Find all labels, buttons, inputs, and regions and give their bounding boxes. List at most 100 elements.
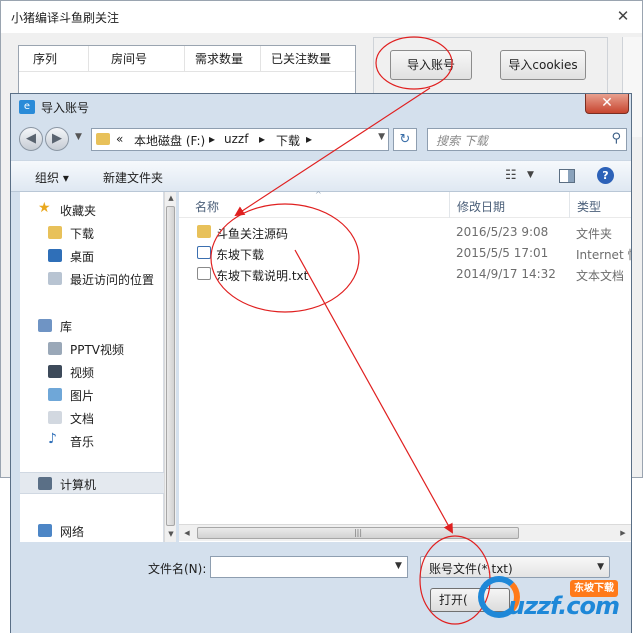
column-divider[interactable] bbox=[449, 192, 450, 218]
file-date: 2014/9/17 14:32 bbox=[456, 267, 556, 281]
file-row[interactable]: 东坡下载说明.txt 2014/9/17 14:32 文本文档 bbox=[179, 264, 631, 285]
dialog-title: 导入账号 bbox=[41, 101, 90, 115]
nav-item-label: PPTV视频 bbox=[70, 343, 125, 357]
nav-item-documents[interactable]: 文档 bbox=[20, 408, 164, 428]
column-header-name[interactable]: 名称 bbox=[195, 198, 219, 215]
nav-item-music[interactable]: ♪ 音乐 bbox=[20, 431, 164, 451]
breadcrumb-separator-icon[interactable]: ▸ bbox=[306, 132, 312, 146]
breadcrumb-local-disk[interactable]: 本地磁盘 (F:) bbox=[134, 132, 205, 149]
scroll-down-icon[interactable]: ▼ bbox=[165, 528, 177, 540]
nav-item-desktop[interactable]: 桌面 bbox=[20, 246, 164, 266]
forward-arrow-icon[interactable]: ▶ bbox=[45, 127, 69, 151]
filename-dropdown-icon[interactable]: ▼ bbox=[395, 561, 402, 571]
import-account-button[interactable]: 导入账号 bbox=[390, 50, 472, 80]
new-folder-button[interactable]: 新建文件夹 bbox=[103, 169, 163, 186]
sort-ascending-icon: ^ bbox=[315, 190, 322, 199]
column-header-followed[interactable]: 已关注数量 bbox=[261, 46, 355, 71]
computer-icon bbox=[38, 477, 52, 490]
room-table-header: 序列 房间号 需求数量 已关注数量 bbox=[19, 46, 355, 72]
nav-item-libraries[interactable]: 库 bbox=[20, 316, 164, 336]
breadcrumb-separator-icon[interactable]: ▸ bbox=[209, 132, 215, 146]
nav-item-label: 下载 bbox=[70, 227, 95, 241]
nav-item-label: 桌面 bbox=[70, 250, 95, 264]
search-icon[interactable]: ⚲ bbox=[611, 131, 621, 146]
watermark-logo: uzzf.com bbox=[508, 592, 620, 620]
nav-item-pictures[interactable]: 图片 bbox=[20, 385, 164, 405]
scroll-left-icon[interactable]: ◀ bbox=[181, 527, 193, 539]
nav-item-recent-places[interactable]: 最近访问的位置 bbox=[20, 269, 164, 289]
recent-places-icon bbox=[48, 272, 62, 285]
background-titlebar: 小猪编译斗鱼刷关注 ✕ bbox=[1, 1, 642, 33]
scroll-thumb[interactable] bbox=[166, 206, 175, 526]
nav-item-label: 音乐 bbox=[70, 435, 95, 449]
scroll-up-icon[interactable]: ▲ bbox=[165, 192, 177, 204]
breadcrumb-overflow[interactable]: « bbox=[116, 132, 123, 146]
column-header-required[interactable]: 需求数量 bbox=[185, 46, 261, 71]
star-icon: ★ bbox=[38, 200, 51, 216]
background-close-icon[interactable]: ✕ bbox=[610, 5, 636, 27]
nav-item-computer[interactable]: 计算机 bbox=[20, 472, 164, 494]
nav-item-label: 最近访问的位置 bbox=[70, 273, 155, 287]
nav-item-label: 视频 bbox=[70, 366, 95, 380]
nav-item-label: 收藏夹 bbox=[60, 204, 97, 218]
view-dropdown-icon[interactable]: ▼ bbox=[527, 170, 534, 180]
file-list-header: ^ 名称 修改日期 类型 bbox=[179, 190, 631, 218]
help-icon[interactable]: ? bbox=[597, 167, 614, 184]
address-bar[interactable]: « 本地磁盘 (F:) ▸ uzzf ▸ 下载 ▸ ▼ bbox=[91, 128, 389, 151]
column-header-index[interactable]: 序列 bbox=[19, 46, 89, 71]
file-list-horizontal-scrollbar[interactable]: ◀ ||| ▶ bbox=[179, 524, 631, 541]
file-type: 文件夹 bbox=[576, 227, 613, 241]
nav-item-pptv-video[interactable]: PPTV视频 bbox=[20, 339, 164, 359]
folder-icon bbox=[96, 133, 110, 145]
file-name: 东坡下载说明.txt bbox=[216, 269, 309, 283]
organize-button[interactable]: 组织 ▾ bbox=[35, 169, 69, 186]
file-date: 2016/5/23 9:08 bbox=[456, 225, 549, 239]
history-dropdown-icon[interactable]: ▼ bbox=[75, 132, 82, 142]
scroll-right-icon[interactable]: ▶ bbox=[617, 527, 629, 539]
file-date: 2015/5/5 17:01 bbox=[456, 246, 549, 260]
folder-icon bbox=[197, 225, 211, 238]
file-row[interactable]: 斗鱼关注源码 2016/5/23 9:08 文件夹 bbox=[179, 222, 631, 243]
music-library-icon: ♪ bbox=[48, 431, 57, 447]
nav-item-videos[interactable]: 视频 bbox=[20, 362, 164, 382]
filename-field[interactable] bbox=[210, 556, 408, 578]
nav-item-label: 计算机 bbox=[60, 478, 97, 492]
nav-item-downloads[interactable]: 下载 bbox=[20, 223, 164, 243]
dialog-titlebar: e 导入账号 ✕ bbox=[11, 94, 631, 120]
scroll-thumb[interactable]: ||| bbox=[197, 527, 519, 539]
breadcrumb-uzzf[interactable]: uzzf bbox=[224, 132, 248, 146]
documents-library-icon bbox=[48, 411, 62, 424]
video-library-icon bbox=[48, 342, 62, 355]
nav-item-network[interactable]: 网络 bbox=[20, 521, 164, 541]
background-window-title: 小猪编译斗鱼刷关注 bbox=[11, 11, 120, 25]
navigation-pane: ★ 收藏夹 下载 桌面 最近访问的位置 库 PPTV视频 视频 图片 文档 ♪ … bbox=[20, 192, 164, 542]
breadcrumb-separator-icon[interactable]: ▸ bbox=[259, 132, 265, 146]
refresh-icon[interactable]: ↻ bbox=[393, 128, 417, 151]
video-library-icon bbox=[48, 365, 62, 378]
filename-label: 文件名(N): bbox=[148, 562, 207, 576]
internet-shortcut-icon bbox=[197, 246, 211, 259]
desktop-icon bbox=[48, 249, 62, 262]
breadcrumb-download[interactable]: 下载 bbox=[276, 132, 300, 149]
file-row[interactable]: 东坡下载 2015/5/5 17:01 Internet 快 bbox=[179, 243, 631, 264]
navigation-pane-scrollbar[interactable]: ▲ ▼ bbox=[164, 192, 176, 542]
file-type: Internet 快 bbox=[576, 248, 631, 262]
column-divider[interactable] bbox=[569, 192, 570, 218]
text-file-icon bbox=[197, 267, 211, 280]
column-header-date[interactable]: 修改日期 bbox=[457, 198, 505, 215]
change-view-icon[interactable]: ☷ bbox=[505, 168, 517, 183]
file-type: 文本文档 bbox=[576, 269, 625, 283]
dialog-close-button[interactable]: ✕ bbox=[585, 94, 629, 114]
column-header-room[interactable]: 房间号 bbox=[89, 46, 185, 71]
search-input[interactable]: 搜索 下载 ⚲ bbox=[427, 128, 627, 151]
address-dropdown-icon[interactable]: ▼ bbox=[378, 132, 385, 142]
back-arrow-icon[interactable]: ◀ bbox=[19, 127, 43, 151]
network-icon bbox=[38, 524, 52, 537]
import-cookies-button[interactable]: 导入cookies bbox=[500, 50, 586, 80]
column-header-type[interactable]: 类型 bbox=[577, 198, 601, 215]
search-placeholder: 搜索 下载 bbox=[436, 134, 488, 148]
dialog-toolbar: 组织 ▾ 新建文件夹 ☷ ▼ ? bbox=[11, 160, 631, 192]
preview-pane-icon[interactable] bbox=[559, 169, 575, 183]
nav-item-favorites[interactable]: ★ 收藏夹 bbox=[20, 200, 164, 220]
libraries-icon bbox=[38, 319, 52, 332]
